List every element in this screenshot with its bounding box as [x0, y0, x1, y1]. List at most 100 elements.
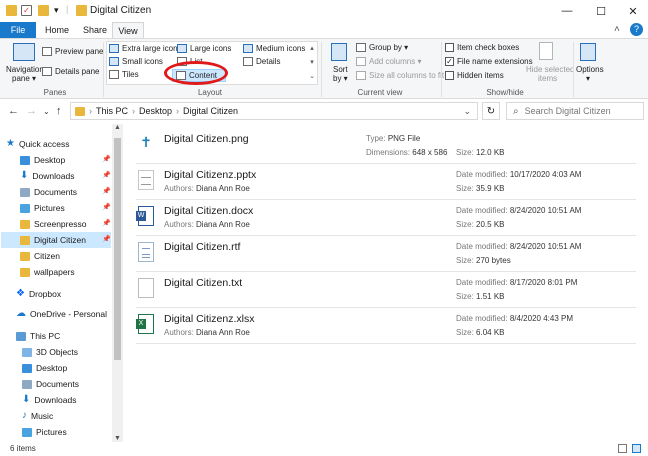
- hidden-items-toggle[interactable]: Hidden items: [445, 71, 504, 80]
- tab-share[interactable]: Share: [78, 22, 112, 39]
- nav-item-pc-desktop[interactable]: Desktop: [22, 360, 67, 376]
- up-icon[interactable]: ↑: [56, 105, 62, 117]
- add-columns-button[interactable]: Add columns ▾: [356, 57, 421, 66]
- list-item[interactable]: Digital Citizen.rtf Date modified: 8/24/…: [136, 238, 636, 272]
- details-option[interactable]: Details: [243, 57, 280, 66]
- small-icons-option[interactable]: Small icons: [109, 57, 163, 66]
- properties-icon[interactable]: ✓: [21, 5, 32, 16]
- tab-view[interactable]: View: [112, 22, 144, 39]
- file-meta-size: Size: 1.51 KB: [456, 292, 505, 301]
- nav-item-label: wallpapers: [34, 267, 75, 277]
- breadcrumb-desktop[interactable]: Desktop: [139, 106, 172, 116]
- meta-label: Date modified:: [456, 278, 508, 287]
- title-folder-icon: [76, 5, 87, 16]
- search-input[interactable]: ⌕ Search Digital Citizen: [506, 102, 644, 120]
- nav-item-downloads[interactable]: ⬇ Downloads: [20, 168, 74, 184]
- item-check-boxes-checkbox[interactable]: [445, 43, 454, 52]
- nav-item-pc-downloads[interactable]: ⬇ Downloads: [22, 392, 76, 408]
- tab-home[interactable]: Home: [40, 22, 74, 39]
- nav-onedrive[interactable]: ☁ OneDrive - Personal: [16, 306, 107, 322]
- authors-label: Authors:: [164, 220, 194, 229]
- options-dropdown[interactable]: ▾: [586, 74, 590, 83]
- help-icon[interactable]: ?: [630, 23, 643, 36]
- breadcrumb-digital-citizen[interactable]: Digital Citizen: [183, 106, 238, 116]
- nav-item-pictures[interactable]: Pictures: [20, 200, 65, 216]
- extra-large-icons-option[interactable]: Extra large icons: [109, 44, 182, 53]
- hide-selected-button[interactable]: Hide selected: [526, 65, 574, 74]
- minimize-button[interactable]: —: [552, 2, 582, 20]
- refresh-button[interactable]: ↻: [482, 102, 500, 120]
- options-button[interactable]: Options: [576, 65, 604, 74]
- sort-by-button[interactable]: Sort: [333, 65, 348, 74]
- item-check-boxes-toggle[interactable]: Item check boxes: [445, 43, 519, 52]
- nav-item-wallpapers[interactable]: wallpapers: [20, 264, 75, 280]
- details-pane-button[interactable]: Details pane: [42, 67, 99, 76]
- nav-quick-access[interactable]: ★ Quick access: [6, 136, 70, 152]
- list-item[interactable]: Digital Citizen.txt Date modified: 8/17/…: [136, 274, 636, 308]
- ribbon: Navigation pane ▾ Preview pane Details p…: [0, 38, 648, 99]
- tab-file[interactable]: File: [0, 22, 36, 39]
- nav-dropbox[interactable]: ❖ Dropbox: [16, 286, 61, 302]
- forward-icon[interactable]: →: [26, 105, 37, 117]
- file-meta-type: Type: PNG File: [366, 134, 420, 143]
- navigation-pane-dropdown[interactable]: pane ▾: [12, 74, 36, 83]
- nav-item-pc-pictures[interactable]: Pictures: [22, 424, 67, 440]
- pin-icon[interactable]: 📌: [102, 235, 111, 243]
- group-by-button[interactable]: Group by ▾: [356, 43, 408, 52]
- pin-icon[interactable]: 📌: [102, 187, 111, 195]
- nav-item-3d-objects[interactable]: 3D Objects: [22, 344, 78, 360]
- sort-by-icon: [331, 43, 347, 61]
- list-item[interactable]: ✝ Digital Citizen.png Type: PNG File Dim…: [136, 130, 636, 164]
- nav-item-label: Documents: [36, 379, 79, 389]
- nav-item-music[interactable]: ♪ Music: [22, 408, 53, 424]
- hidden-items-checkbox[interactable]: [445, 71, 454, 80]
- address-box[interactable]: › This PC › Desktop › Digital Citizen ⌄: [70, 102, 478, 120]
- layout-scroll[interactable]: ▴ ▾ ⌄: [307, 42, 317, 84]
- back-icon[interactable]: ←: [8, 105, 19, 117]
- pin-icon[interactable]: 📌: [102, 203, 111, 211]
- sort-by-dropdown[interactable]: by ▾: [333, 74, 348, 83]
- scroll-up-icon[interactable]: ▲: [114, 124, 121, 131]
- list-item[interactable]: X Digital Citizenz.xlsx Authors: Diana A…: [136, 310, 636, 344]
- recent-locations-icon[interactable]: ⌄: [43, 107, 50, 116]
- nav-item-label: Desktop: [36, 363, 68, 373]
- txt-icon: [138, 278, 154, 298]
- size-columns-button[interactable]: Size all columns to fit: [356, 71, 444, 80]
- maximize-button[interactable]: ☐: [586, 2, 616, 20]
- nav-scrollbar-thumb[interactable]: [114, 138, 121, 360]
- close-button[interactable]: ✕: [618, 2, 648, 20]
- breadcrumb-this-pc[interactable]: This PC: [96, 106, 128, 116]
- tiles-option[interactable]: Tiles: [109, 70, 139, 79]
- nav-item-digital-citizen[interactable]: Digital Citizen: [1, 232, 111, 248]
- nav-item-screenpresso[interactable]: Screenpresso: [20, 216, 86, 232]
- collapse-ribbon-icon[interactable]: ˄: [614, 24, 620, 35]
- extra-large-icons-icon: [109, 44, 119, 53]
- new-folder-icon[interactable]: [38, 5, 49, 16]
- file-name-extensions-checkbox[interactable]: ✓: [445, 57, 454, 66]
- preview-pane-button[interactable]: Preview pane: [42, 47, 103, 56]
- nav-item-citizen[interactable]: Citizen: [20, 248, 60, 264]
- pin-icon[interactable]: 📌: [102, 171, 111, 179]
- details-pane-label: Details pane: [55, 67, 100, 76]
- scroll-down-icon[interactable]: ▼: [114, 435, 121, 442]
- ribbon-divider: [573, 42, 574, 97]
- pin-icon[interactable]: 📌: [102, 155, 111, 163]
- nav-item-desktop[interactable]: Desktop: [20, 152, 65, 168]
- large-icons-label: Large icons: [190, 44, 232, 53]
- medium-icons-option[interactable]: Medium icons: [243, 44, 305, 53]
- large-icons-view-icon[interactable]: [632, 444, 641, 453]
- large-icons-option[interactable]: Large icons: [177, 44, 231, 53]
- details-view-icon[interactable]: [618, 444, 627, 453]
- navigation-pane-button[interactable]: Navigation: [6, 65, 44, 74]
- documents-icon: [20, 187, 30, 197]
- file-name-extensions-toggle[interactable]: ✓ File name extensions: [445, 57, 533, 66]
- list-item[interactable]: W Digital Citizen.docx Authors: Diana An…: [136, 202, 636, 236]
- list-item[interactable]: Digital Citizenz.pptx Authors: Diana Ann…: [136, 166, 636, 200]
- customize-toolbar-icon[interactable]: ▾: [54, 5, 65, 16]
- nav-item-documents[interactable]: Documents: [20, 184, 77, 200]
- nav-this-pc[interactable]: This PC: [16, 328, 60, 344]
- meta-value: 8/24/2020 10:51 AM: [509, 206, 582, 215]
- address-dropdown-icon[interactable]: ⌄: [463, 106, 471, 117]
- pin-icon[interactable]: 📌: [102, 219, 111, 227]
- nav-item-pc-documents[interactable]: Documents: [22, 376, 79, 392]
